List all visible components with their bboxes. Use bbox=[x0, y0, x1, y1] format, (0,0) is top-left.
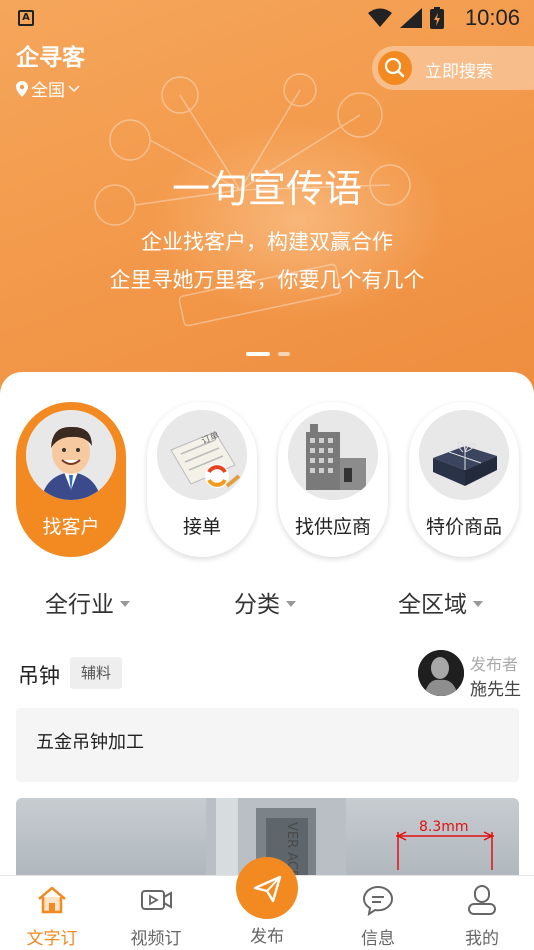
search-icon bbox=[384, 57, 405, 78]
filter-label: 分类 bbox=[234, 592, 280, 618]
publisher-name: 施先生 bbox=[470, 680, 521, 700]
search-label: 立即搜索 bbox=[425, 62, 493, 82]
message-icon bbox=[362, 885, 394, 916]
status-bar: A 10:06 bbox=[0, 0, 534, 36]
dropdown-triangle-icon bbox=[120, 601, 130, 607]
banner-pagination bbox=[246, 352, 290, 356]
post-tag: 辅料 bbox=[70, 657, 123, 689]
send-icon bbox=[253, 875, 282, 903]
brand-title: 企寻客 bbox=[16, 45, 85, 71]
user-icon bbox=[468, 885, 496, 915]
status-time: 10:06 bbox=[464, 5, 520, 30]
category-find-supplier[interactable]: 找供应商 bbox=[278, 402, 388, 557]
home-icon bbox=[38, 886, 66, 914]
filter-label: 全区域 bbox=[398, 592, 467, 618]
tab-label: 视频订 bbox=[130, 929, 182, 949]
customer-icon bbox=[26, 410, 116, 500]
search-icon-circle bbox=[378, 51, 412, 85]
dropdown-triangle-icon bbox=[473, 601, 483, 607]
status-icons bbox=[368, 7, 444, 29]
tab-profile[interactable]: 我的 bbox=[442, 876, 522, 950]
dropdown-triangle-icon bbox=[286, 601, 296, 607]
banner-slogan: 一句宣传语 bbox=[171, 167, 362, 211]
post-description: 五金吊钟加工 bbox=[36, 732, 144, 753]
signal-icon bbox=[400, 8, 422, 28]
gift-box-icon bbox=[419, 410, 509, 500]
publish-button[interactable] bbox=[236, 857, 298, 919]
tab-video-order[interactable]: 视频订 bbox=[116, 876, 196, 950]
app-notification-icon: A bbox=[18, 10, 34, 26]
filter-industry[interactable]: 全行业 bbox=[45, 585, 130, 619]
tab-label: 文字订 bbox=[26, 929, 78, 949]
category-find-customer[interactable]: 找客户 bbox=[16, 402, 126, 557]
category-label: 找客户 bbox=[42, 516, 100, 538]
filter-bar: 全行业 分类 全区域 bbox=[0, 585, 534, 625]
category-label: 找供应商 bbox=[294, 516, 371, 538]
avatar[interactable] bbox=[418, 650, 464, 696]
category-take-order[interactable]: 订单 接单 bbox=[147, 402, 257, 557]
category-label: 接单 bbox=[182, 516, 221, 538]
banner-dot bbox=[278, 352, 290, 356]
battery-icon bbox=[430, 7, 444, 29]
order-icon: 订单 bbox=[157, 410, 247, 500]
tab-label: 我的 bbox=[465, 929, 499, 949]
tab-text-order[interactable]: 文字订 bbox=[12, 876, 92, 950]
video-icon bbox=[141, 890, 172, 910]
hero-banner[interactable]: A 10:06 企寻客 全国 立即搜索 一句宣传语 企业找客户，构建双赢合作 企… bbox=[0, 0, 534, 400]
filter-category[interactable]: 分类 bbox=[234, 585, 296, 619]
banner-line-1: 企业找客户，构建双赢合作 bbox=[141, 230, 393, 254]
publisher-label: 发布者 bbox=[470, 655, 519, 674]
location-selector[interactable]: 全国 bbox=[16, 76, 80, 101]
tab-messages[interactable]: 信息 bbox=[338, 876, 418, 950]
publish-label: 发布 bbox=[250, 927, 284, 947]
filter-region[interactable]: 全区域 bbox=[398, 585, 483, 619]
supplier-icon bbox=[288, 410, 378, 500]
tab-label: 信息 bbox=[361, 929, 395, 949]
banner-dot-active bbox=[246, 352, 270, 356]
category-row: 找客户 订单 接单 找供应商 特价商品 bbox=[16, 402, 520, 557]
post-description-box[interactable]: 五金吊钟加工 bbox=[16, 708, 519, 782]
location-pin-icon bbox=[16, 80, 28, 97]
category-label: 特价商品 bbox=[425, 516, 502, 538]
filter-label: 全行业 bbox=[45, 592, 114, 618]
location-label: 全国 bbox=[31, 81, 65, 101]
image-dimension-label: 8.3mm bbox=[419, 819, 469, 835]
banner-line-2: 企里寻她万里客，你要几个有几个 bbox=[109, 268, 425, 292]
search-button[interactable]: 立即搜索 bbox=[372, 46, 534, 90]
chevron-down-icon bbox=[68, 84, 80, 92]
wifi-icon bbox=[368, 8, 392, 27]
category-special-offer[interactable]: 特价商品 bbox=[409, 402, 519, 557]
post-title[interactable]: 吊钟 bbox=[18, 660, 60, 690]
